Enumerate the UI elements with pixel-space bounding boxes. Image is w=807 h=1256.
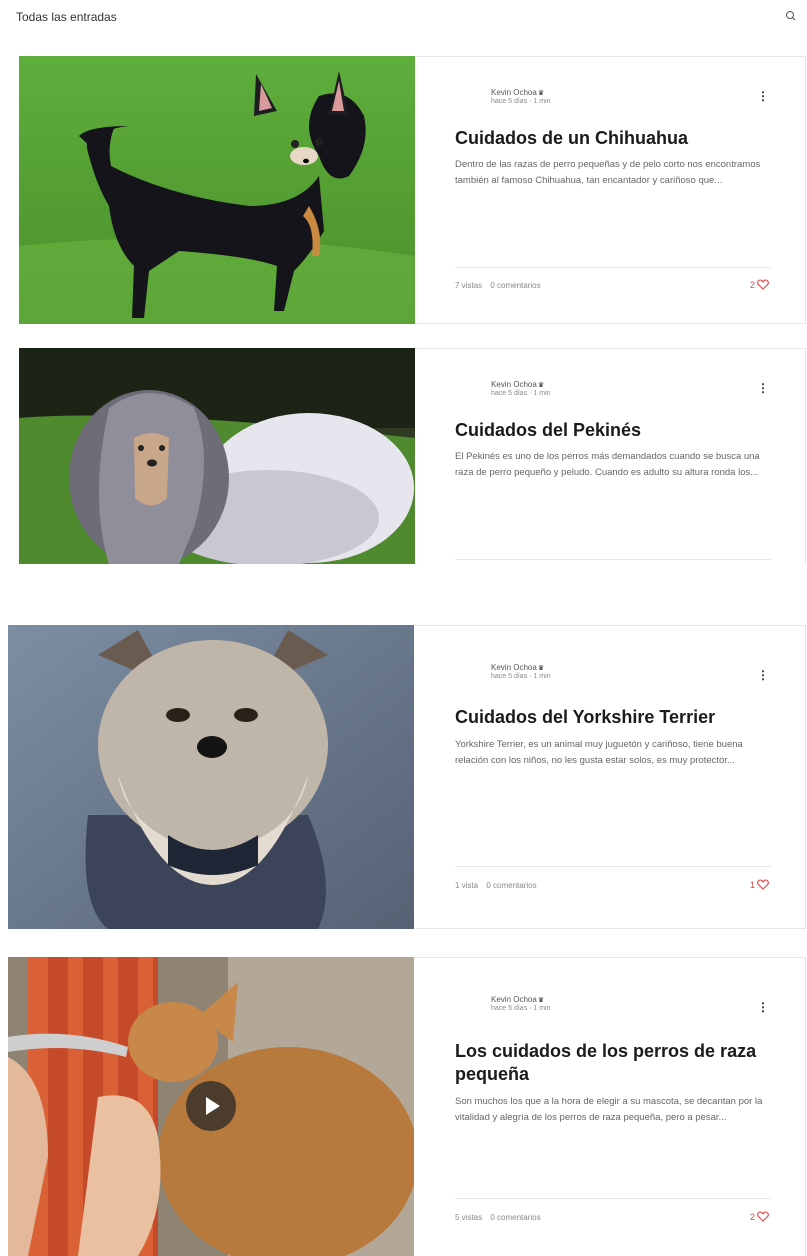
post-title[interactable]: Cuidados del Pekinés xyxy=(455,419,775,442)
like-button[interactable]: 2 xyxy=(750,279,769,290)
play-button[interactable] xyxy=(186,1081,236,1131)
post-excerpt: Dentro de las razas de perro pequeñas y … xyxy=(455,159,761,186)
more-options-icon[interactable]: ⋮ xyxy=(757,89,769,103)
post-text-panel: Kevin Ochoa♛ hace 5 días · 1 min ⋮ Los c… xyxy=(415,957,806,1256)
divider xyxy=(455,559,771,560)
author-name[interactable]: Kevin Ochoa♛ xyxy=(491,995,544,1004)
crown-icon: ♛ xyxy=(537,90,545,97)
post-title[interactable]: Cuidados de un Chihuahua xyxy=(455,127,775,150)
page-title[interactable]: Todas las entradas xyxy=(16,10,117,24)
post-card[interactable]: Kevin Ochoa♛ hace 5 días · 1 min ⋮ Los c… xyxy=(0,957,807,1256)
likes-count: 2 xyxy=(749,1212,755,1222)
post-meta: hace 5 días · 1 min xyxy=(491,390,551,397)
post-meta: hace 5 días · 1 min xyxy=(491,98,551,105)
author-avatar[interactable] xyxy=(455,85,485,115)
crown-icon: ♛ xyxy=(537,665,545,672)
crown-icon: ♛ xyxy=(537,382,545,389)
comments-count[interactable]: 0 comentarios xyxy=(490,281,540,290)
post-meta: hace 5 días · 1 min xyxy=(491,1005,551,1012)
author-avatar[interactable] xyxy=(455,986,485,1016)
post-image-yorkshire[interactable] xyxy=(8,625,414,929)
divider xyxy=(455,866,771,867)
more-options-icon[interactable]: ⋮ xyxy=(757,1000,769,1014)
author-name[interactable]: Kevin Ochoa♛ xyxy=(491,88,544,97)
likes-count: 2 xyxy=(749,280,755,290)
post-title[interactable]: Los cuidados de los perros de raza peque… xyxy=(455,1040,775,1086)
post-image-pekines[interactable] xyxy=(19,348,415,564)
divider xyxy=(455,1198,771,1199)
post-card[interactable]: Kevin Ochoa♛ hace 5 días · 1 min ⋮ Cuida… xyxy=(0,348,807,564)
author-name[interactable]: Kevin Ochoa♛ xyxy=(491,663,544,672)
divider xyxy=(455,267,771,268)
post-excerpt: Yorkshire Terrier, es un animal muy jugu… xyxy=(455,739,743,766)
search-icon[interactable] xyxy=(784,9,798,23)
crown-icon: ♛ xyxy=(537,997,545,1004)
post-excerpt: El Pekinés es uno de los perros más dema… xyxy=(455,451,760,478)
views-count: 1 vista xyxy=(455,881,479,890)
views-count: 5 vistas xyxy=(455,1213,483,1222)
comments-count[interactable]: 0 comentarios xyxy=(490,1213,540,1222)
comments-count[interactable]: 0 comentarios xyxy=(486,881,536,890)
post-text-panel: Kevin Ochoa♛ hace 5 días · 1 min ⋮ Cuida… xyxy=(415,56,806,324)
like-button[interactable]: 2 xyxy=(750,1211,769,1222)
post-stats: 1 vista 0 comentarios xyxy=(455,881,543,890)
heart-icon xyxy=(757,1211,769,1222)
post-card[interactable]: Kevin Ochoa♛ hace 5 días · 1 min ⋮ Cuida… xyxy=(0,56,807,324)
blog-header: Todas las entradas xyxy=(0,0,807,34)
post-title[interactable]: Cuidados del Yorkshire Terrier xyxy=(455,706,775,729)
more-options-icon[interactable]: ⋮ xyxy=(757,668,769,682)
author-avatar[interactable] xyxy=(455,654,485,684)
more-options-icon[interactable]: ⋮ xyxy=(757,381,769,395)
post-image-chihuahua[interactable] xyxy=(19,56,415,324)
post-excerpt: Son muchos los que a la hora de elegir a… xyxy=(455,1096,763,1123)
post-card[interactable]: Kevin Ochoa♛ hace 5 días · 1 min ⋮ Cuida… xyxy=(0,625,807,929)
heart-icon xyxy=(757,879,769,890)
post-meta: hace 5 días · 1 min xyxy=(491,673,551,680)
post-stats: 7 vistas 0 comentarios xyxy=(455,281,547,290)
views-count: 7 vistas xyxy=(455,281,483,290)
heart-icon xyxy=(757,279,769,290)
post-text-panel: Kevin Ochoa♛ hace 5 días · 1 min ⋮ Cuida… xyxy=(415,348,806,564)
post-video-thumbnail[interactable] xyxy=(8,957,414,1256)
post-stats: 5 vistas 0 comentarios xyxy=(455,1213,547,1222)
post-text-panel: Kevin Ochoa♛ hace 5 días · 1 min ⋮ Cuida… xyxy=(415,625,806,929)
author-name[interactable]: Kevin Ochoa♛ xyxy=(491,380,544,389)
author-avatar[interactable] xyxy=(455,377,485,407)
like-button[interactable]: 1 xyxy=(750,879,769,890)
likes-count: 1 xyxy=(749,880,755,890)
